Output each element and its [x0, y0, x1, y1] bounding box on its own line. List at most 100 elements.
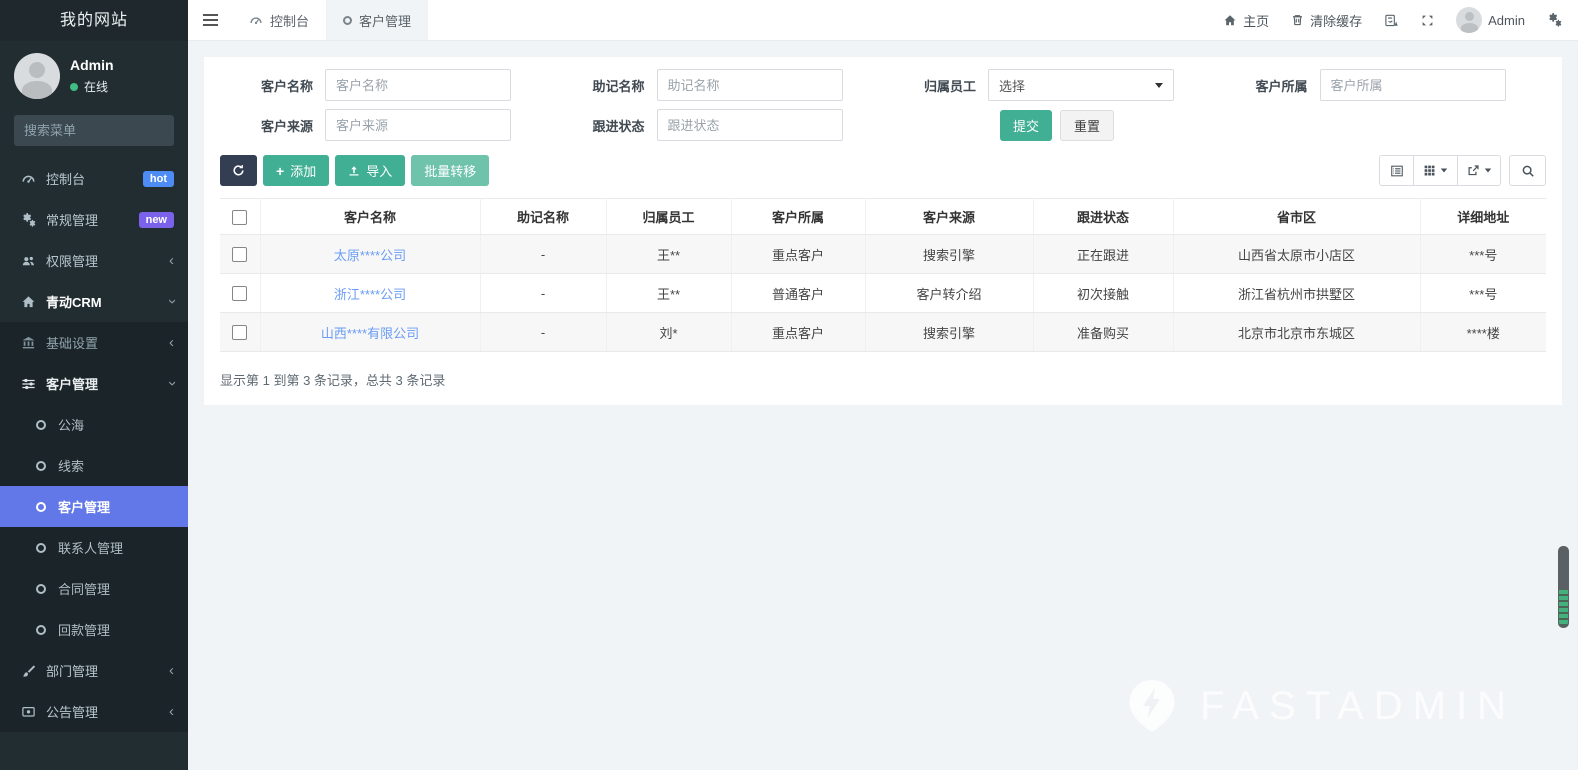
sidebar-item-clues[interactable]: 线索 — [0, 445, 188, 486]
chevron-left-icon: ‹ — [169, 253, 174, 268]
record-summary: 显示第 1 到第 3 条记录，总共 3 条记录 — [220, 370, 1546, 389]
dashboard-icon — [249, 14, 263, 27]
row-checkbox[interactable] — [232, 247, 247, 262]
header-status: 跟进状态 — [1033, 199, 1173, 235]
belong-input[interactable] — [1320, 69, 1506, 101]
search-icon — [1521, 164, 1535, 178]
sidebar-item-departments[interactable]: 部门管理 ‹ — [0, 650, 188, 691]
settings-button[interactable] — [1547, 13, 1562, 27]
content-area: 客户名称 助记名称 归属员工 选择 — [188, 41, 1578, 770]
add-button[interactable]: + 添加 — [263, 155, 329, 186]
cell-belong: 重点客户 — [731, 235, 865, 274]
watermark-text: FASTADMIN — [1200, 684, 1516, 729]
sidebar-item-payments[interactable]: 回款管理 — [0, 609, 188, 650]
cell-address: ***号 — [1420, 274, 1546, 313]
header-owner: 归属员工 — [606, 199, 731, 235]
gears-icon — [20, 212, 37, 227]
table-header-row: 客户名称 助记名称 归属员工 客户所属 客户来源 跟进状态 省市区 详细地址 — [220, 199, 1546, 235]
sidebar-item-contacts[interactable]: 联系人管理 — [0, 527, 188, 568]
circle-icon — [32, 581, 49, 596]
import-button[interactable]: 导入 — [335, 155, 405, 186]
table-row: 太原****公司 - 王** 重点客户 搜索引擎 正在跟进 山西省太原市小店区 … — [220, 235, 1546, 274]
sidebar-item-auth[interactable]: 权限管理 ‹ — [0, 240, 188, 281]
cell-status: 初次接触 — [1033, 274, 1173, 313]
export-button[interactable] — [1457, 155, 1501, 186]
tab-dashboard[interactable]: 控制台 — [232, 0, 326, 40]
menu-toggle-icon[interactable] — [188, 0, 232, 40]
cell-address: ***号 — [1420, 235, 1546, 274]
avatar — [1456, 7, 1482, 33]
cell-mnemonic: - — [480, 313, 606, 352]
sidebar-item-public-sea[interactable]: 公海 — [0, 404, 188, 445]
cell-address: ****楼 — [1420, 313, 1546, 352]
chevron-left-icon: ‹ — [169, 663, 174, 678]
avatar — [14, 53, 60, 99]
mnemonic-input[interactable] — [657, 69, 843, 101]
trash-icon — [1291, 13, 1304, 27]
status-input[interactable] — [657, 109, 843, 141]
detail-view-icon — [1390, 164, 1404, 178]
detail-view-button[interactable] — [1379, 155, 1413, 186]
cell-owner: 刘* — [606, 313, 731, 352]
sidebar: 我的网站 Admin 在线 控制台 hot — [0, 0, 188, 770]
sidebar-item-base-settings[interactable]: 基础设置 ‹ — [0, 322, 188, 363]
crm-submenu: 基础设置 ‹ 客户管理 ‹ 公海 线索 客户管 — [0, 322, 188, 732]
cell-source: 搜索引擎 — [865, 313, 1033, 352]
owner-select[interactable]: 选择 — [988, 69, 1174, 101]
table-row: 浙江****公司 - 王** 普通客户 客户转介绍 初次接触 浙江省杭州市拱墅区… — [220, 274, 1546, 313]
batch-transfer-button[interactable]: 批量转移 — [411, 155, 489, 186]
user-menu[interactable]: Admin — [1456, 7, 1525, 33]
topbar: 控制台 客户管理 主页 清除缓存 — [188, 0, 1578, 41]
cell-mnemonic: - — [480, 274, 606, 313]
sidebar-item-announcements[interactable]: 公告管理 ‹ — [0, 691, 188, 732]
customer-name-input[interactable] — [325, 69, 511, 101]
clear-cache-button[interactable]: 清除缓存 — [1291, 11, 1362, 30]
app-window: 我的网站 Admin 在线 控制台 hot — [0, 0, 1578, 770]
sidebar-item-dashboard[interactable]: 控制台 hot — [0, 158, 188, 199]
sidebar-item-customer-active[interactable]: 客户管理 — [0, 486, 188, 527]
cell-region: 山西省太原市小店区 — [1173, 235, 1420, 274]
user-status: 在线 — [70, 78, 114, 95]
sidebar-search-input[interactable] — [24, 123, 200, 138]
customer-name-label: 客户名称 — [220, 76, 325, 95]
sidebar-item-contracts[interactable]: 合同管理 — [0, 568, 188, 609]
sidebar-item-crm[interactable]: 青动CRM ‹ — [0, 281, 188, 322]
fullscreen-button[interactable] — [1421, 14, 1434, 27]
columns-button[interactable] — [1413, 155, 1457, 186]
status-label: 跟进状态 — [552, 116, 657, 135]
circle-icon — [32, 622, 49, 637]
sidebar-item-general[interactable]: 常规管理 new — [0, 199, 188, 240]
circle-icon — [32, 458, 49, 473]
cell-owner: 王** — [606, 274, 731, 313]
customer-name-link[interactable]: 浙江****公司 — [334, 287, 406, 302]
submit-button[interactable]: 提交 — [1000, 110, 1052, 141]
home-link[interactable]: 主页 — [1223, 11, 1269, 30]
row-checkbox[interactable] — [232, 286, 247, 301]
customer-name-link[interactable]: 山西****有限公司 — [321, 326, 419, 341]
language-button[interactable] — [1384, 13, 1399, 28]
watermark: FASTADMIN — [1126, 678, 1516, 734]
fastadmin-logo-icon — [1126, 678, 1178, 734]
cell-source: 搜索引擎 — [865, 235, 1033, 274]
row-checkbox[interactable] — [232, 325, 247, 340]
site-title: 我的网站 — [0, 0, 188, 41]
select-all-checkbox[interactable] — [232, 210, 247, 225]
source-input[interactable] — [325, 109, 511, 141]
customer-name-link[interactable]: 太原****公司 — [334, 248, 406, 263]
source-label: 客户来源 — [220, 116, 325, 135]
circle-icon — [32, 540, 49, 555]
header-customer-name: 客户名称 — [260, 199, 480, 235]
sidebar-item-customer-mgmt[interactable]: 客户管理 ‹ — [0, 363, 188, 404]
header-source: 客户来源 — [865, 199, 1033, 235]
scrollbar-thumb[interactable] — [1558, 546, 1569, 628]
filter-form: 客户名称 助记名称 归属员工 选择 — [220, 69, 1546, 141]
sliders-icon — [20, 376, 37, 391]
tab-customer-mgmt[interactable]: 客户管理 — [326, 0, 428, 40]
search-toggle-button[interactable] — [1509, 155, 1546, 186]
dashboard-icon — [20, 171, 37, 186]
cell-region: 北京市北京市东城区 — [1173, 313, 1420, 352]
reset-button[interactable]: 重置 — [1060, 110, 1114, 141]
cell-mnemonic: - — [480, 235, 606, 274]
refresh-button[interactable] — [220, 155, 257, 186]
refresh-icon — [232, 164, 245, 177]
